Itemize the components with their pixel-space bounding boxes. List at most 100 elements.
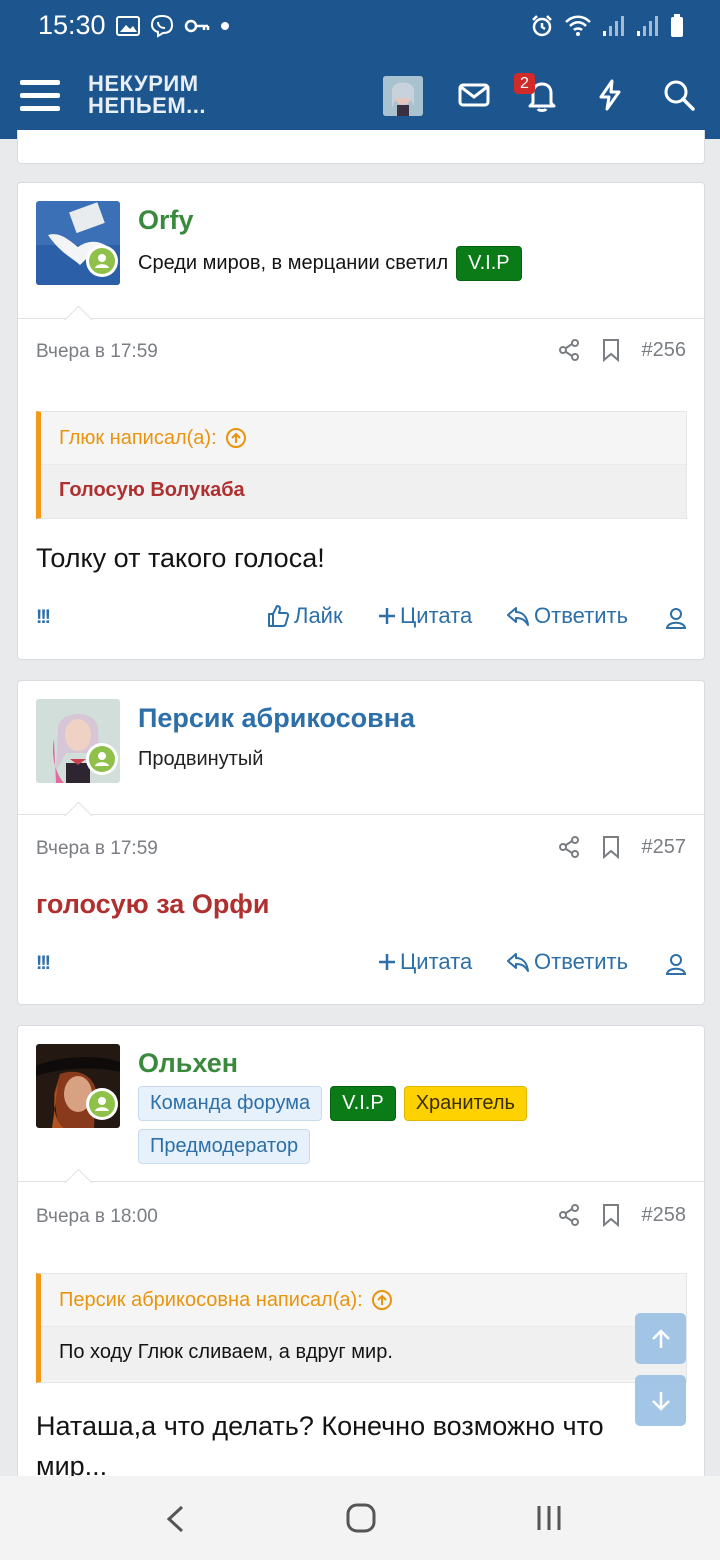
- user-badges: Команда форума V.I.P Хранитель Предмодер…: [138, 1086, 558, 1164]
- bookmark-icon[interactable]: [602, 1203, 620, 1227]
- post-actions: !!! Цитата Ответить: [36, 949, 686, 983]
- badge-forum-team: Команда форума: [138, 1086, 323, 1121]
- post-card: Ольхен Команда форума V.I.P Хранитель Пр…: [17, 1025, 705, 1495]
- like-label: Лайк: [294, 603, 343, 628]
- home-icon[interactable]: [345, 1502, 377, 1534]
- user-title: Среди миров, в мерцании светил: [138, 252, 449, 274]
- signal-icon: [603, 16, 624, 36]
- viber-icon: [150, 14, 174, 38]
- quote-button[interactable]: Цитата: [378, 603, 472, 629]
- quote-text: Голосую Волукаба: [41, 464, 686, 518]
- bookmark-icon[interactable]: [602, 835, 620, 859]
- marker-label[interactable]: !!!: [36, 953, 51, 975]
- reply-button[interactable]: Ответить: [506, 603, 628, 629]
- arrow-up-icon: [651, 1328, 670, 1348]
- user-title-row: Среди миров, в мерцании светил V.I.P: [138, 246, 522, 281]
- post-message-line1: Наташа,а что делать? Конечно возможно чт…: [36, 1411, 604, 1441]
- site-logo[interactable]: НЕКУРИМ НЕПЬЕМ...: [88, 73, 206, 117]
- thumbs-up-icon: [268, 605, 290, 627]
- status-right-icons: [530, 14, 684, 38]
- online-indicator: [86, 1088, 118, 1120]
- post-meta-tools: #258: [558, 1203, 687, 1227]
- post-actions: !!! Лайк Цитата Ответить: [36, 603, 686, 637]
- alarm-icon: [532, 15, 552, 37]
- username[interactable]: Orfy: [138, 205, 194, 236]
- mail-icon[interactable]: [457, 78, 491, 112]
- post-message: Толку от такого голоса!: [36, 543, 325, 573]
- share-icon[interactable]: [558, 1203, 580, 1227]
- arrow-down-icon: [651, 1391, 670, 1411]
- post-card: Персик абрикосовна Продвинутый Вчера в 1…: [17, 680, 705, 1005]
- post-number[interactable]: #257: [642, 836, 687, 859]
- post-meta-tools: #257: [558, 835, 687, 859]
- back-icon[interactable]: [164, 1504, 186, 1534]
- badge-vip: V.I.P: [456, 246, 522, 281]
- quote-header[interactable]: Глюк написал(а):: [41, 412, 686, 464]
- lightning-icon[interactable]: [593, 78, 627, 112]
- status-time: 15:30: [38, 10, 106, 40]
- post-number[interactable]: #256: [642, 339, 687, 362]
- share-icon[interactable]: [558, 338, 580, 362]
- post-meta-tools: #256: [558, 338, 687, 362]
- user-arrow: [64, 800, 94, 816]
- gallery-icon: [116, 16, 140, 36]
- user-arrow: [64, 1167, 94, 1183]
- quote-header[interactable]: Персик абрикосовна написал(а):: [41, 1274, 686, 1326]
- notification-badge: 2: [514, 73, 535, 94]
- username[interactable]: Ольхен: [138, 1048, 238, 1079]
- quote-text: По ходу Глюк сливаем, а вдруг мир.: [41, 1326, 686, 1380]
- plus-icon: [379, 954, 395, 970]
- quote-block: Персик абрикосовна написал(а): По ходу Г…: [36, 1273, 687, 1383]
- bookmark-icon[interactable]: [602, 338, 620, 362]
- username[interactable]: Персик абрикосовна: [138, 703, 415, 734]
- system-nav-bar: [0, 1476, 720, 1560]
- logo-line1: НЕКУРИМ: [88, 71, 199, 96]
- user-icon[interactable]: [666, 953, 686, 975]
- quote-label: Цитата: [400, 603, 473, 628]
- reply-icon: [507, 953, 529, 972]
- share-icon[interactable]: [558, 835, 580, 859]
- badge-vip: V.I.P: [330, 1086, 396, 1121]
- badge-premoderator: Предмодератор: [138, 1129, 311, 1164]
- user-icon[interactable]: [666, 607, 686, 629]
- menu-icon[interactable]: [20, 78, 60, 114]
- post-time[interactable]: Вчера в 17:59: [36, 341, 158, 363]
- quote-label: Цитата: [400, 949, 473, 974]
- status-left-icons: [116, 14, 230, 38]
- signal2-icon: [637, 16, 658, 36]
- battery-icon: [671, 14, 683, 37]
- arrow-up-circle-icon[interactable]: [225, 427, 247, 449]
- post-message: голосую за Орфи: [36, 889, 270, 919]
- key-icon: [184, 19, 210, 33]
- top-bar: 15:30 НЕКУРИМ НЕПЬЕМ... 2: [0, 0, 720, 139]
- quote-button[interactable]: Цитата: [378, 949, 472, 975]
- post-user-block: Orfy Среди миров, в мерцании светил V.I.…: [18, 183, 704, 319]
- account-avatar[interactable]: [383, 76, 423, 116]
- reply-icon: [507, 607, 529, 626]
- marker-label[interactable]: !!!: [36, 607, 51, 629]
- online-indicator: [86, 245, 118, 277]
- arrow-up-circle-icon[interactable]: [371, 1289, 393, 1311]
- previous-post-tail: [17, 130, 705, 164]
- scroll-bottom-button[interactable]: [635, 1375, 686, 1426]
- reply-button[interactable]: Ответить: [506, 949, 628, 975]
- scroll-top-button[interactable]: [635, 1313, 686, 1364]
- post-time[interactable]: Вчера в 18:00: [36, 1206, 158, 1228]
- post-user-block: Персик абрикосовна Продвинутый: [18, 681, 704, 815]
- badge-keeper: Хранитель: [403, 1086, 527, 1121]
- post-number[interactable]: #258: [642, 1204, 687, 1227]
- search-icon[interactable]: [662, 78, 696, 112]
- plus-icon: [379, 608, 395, 624]
- post-time[interactable]: Вчера в 17:59: [36, 838, 158, 860]
- quote-block: Глюк написал(а): Голосую Волукаба: [36, 411, 687, 519]
- status-bar: 15:30: [0, 0, 720, 52]
- like-button[interactable]: Лайк: [266, 603, 343, 629]
- wifi-icon: [565, 15, 591, 36]
- online-indicator: [86, 743, 118, 775]
- app-bar: НЕКУРИМ НЕПЬЕМ... 2: [0, 52, 720, 139]
- reply-label: Ответить: [534, 949, 629, 974]
- post-card: Orfy Среди миров, в мерцании светил V.I.…: [17, 182, 705, 660]
- recent-apps-icon[interactable]: [535, 1504, 563, 1532]
- quote-author: Персик абрикосовна написал(а):: [59, 1288, 363, 1311]
- post-user-block: Ольхен Команда форума V.I.P Хранитель Пр…: [18, 1026, 704, 1182]
